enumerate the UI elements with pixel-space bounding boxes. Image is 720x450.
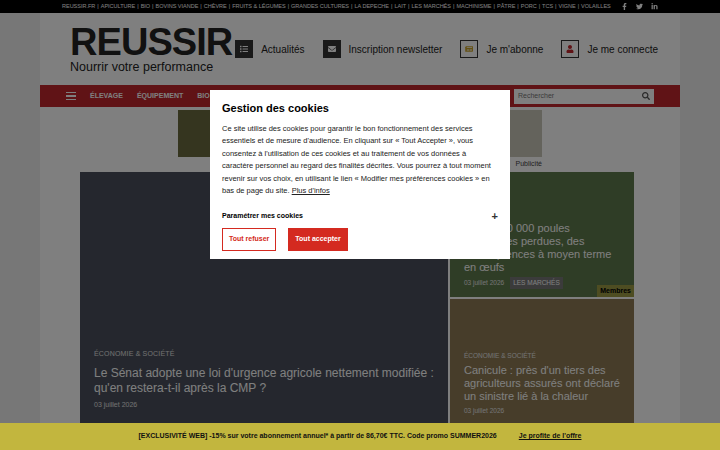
modal-title: Gestion des cookies (222, 100, 498, 117)
refuse-button[interactable]: Tout refuser (222, 228, 276, 251)
modal-text: Ce site utilise des cookies pour garanti… (222, 123, 498, 198)
modal-overlay: Gestion des cookies Ce site utilise des c… (0, 0, 720, 450)
accept-button[interactable]: Tout accepter (288, 228, 347, 251)
page: REUSSIR.FR|APICULTURE|BIO|BOVINS VIANDE|… (0, 0, 720, 450)
promo-link[interactable]: Je profite de l'offre (519, 431, 582, 442)
promo-banner: [EXCLUSIVITÉ WEB] -15% sur votre abonnem… (0, 423, 720, 450)
cookie-settings[interactable]: Paramétrer mes cookies+ (222, 208, 498, 225)
cookie-modal: Gestion des cookies Ce site utilise des c… (210, 90, 510, 259)
more-info-link[interactable]: Plus d'infos (292, 186, 330, 195)
